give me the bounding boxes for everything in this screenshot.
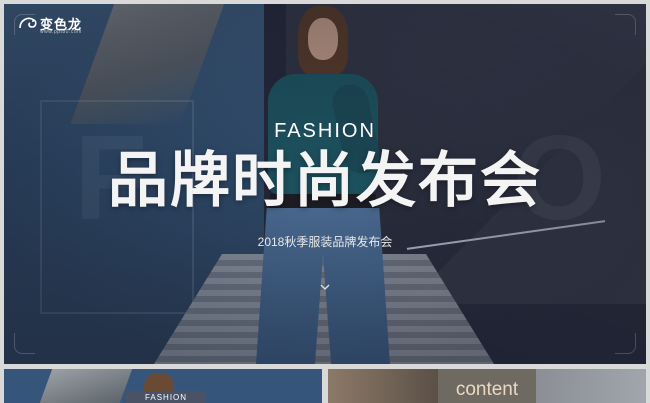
chevron-down-icon[interactable]	[320, 282, 330, 292]
thumb-beam	[39, 369, 133, 403]
hero-caption: 2018秋季服装品牌发布会	[257, 235, 393, 249]
slide-thumbnail-2[interactable]: content	[328, 369, 646, 403]
chameleon-logo-icon	[19, 17, 37, 29]
corner-ornament	[615, 14, 636, 35]
hero-subtitle: FASHION	[274, 120, 376, 142]
brand-logo[interactable]: 变色龙 www.ppt80.com	[18, 12, 108, 38]
hero-title: 品牌时尚发布会	[108, 147, 542, 214]
brand-url: www.ppt80.com	[40, 29, 82, 35]
thumb-label: content	[455, 379, 519, 400]
main-slide: 变色龙 www.ppt80.com F O FASHION 品牌时尚发布会 20…	[4, 4, 646, 364]
corner-ornament	[615, 333, 636, 354]
thumb-label: FASHION	[126, 391, 206, 403]
corner-ornament	[14, 333, 35, 354]
slide-thumbnail-1[interactable]: FASHION	[4, 369, 322, 403]
